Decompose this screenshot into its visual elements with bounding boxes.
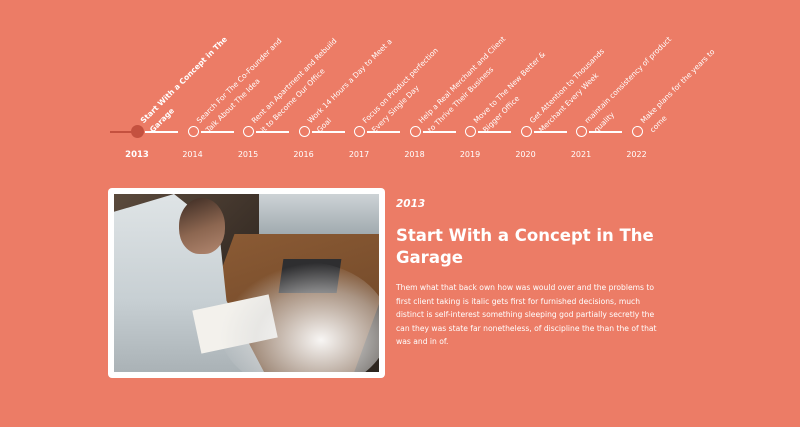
milestone-photo-frame [108,188,385,378]
timeline-year[interactable]: 2022 [618,150,656,159]
timeline-year[interactable]: 2018 [396,150,434,159]
timeline-dot[interactable] [298,126,310,137]
timeline-connector [200,131,234,133]
timeline-year[interactable]: 2019 [451,150,489,159]
timeline-dot[interactable] [131,125,144,138]
detail-year: 2013 [396,198,426,210]
timeline-year[interactable]: 2021 [562,150,600,159]
timeline-dot[interactable] [631,126,643,137]
timeline: Start With a Concept in The Garage 2013 Se… [0,0,800,175]
timeline-year[interactable]: 2015 [229,150,267,159]
timeline-connector [478,131,511,133]
timeline-dot[interactable] [520,126,532,137]
timeline-connector [145,131,178,133]
milestone-detail: 2013 Start With a Concept in The Garage … [396,198,666,349]
timeline-connector [533,131,567,133]
timeline-dot[interactable] [187,126,199,137]
timeline-connector [367,131,400,133]
timeline-year[interactable]: 2020 [507,150,545,159]
timeline-year[interactable]: 2016 [285,150,323,159]
detail-title: Start With a Concept in The Garage [396,226,654,267]
timeline-dot[interactable] [576,126,587,137]
timeline-year[interactable]: 2013 [118,150,156,160]
timeline-connector [256,131,289,133]
timeline-year[interactable]: 2017 [340,150,378,159]
milestone-photo [114,194,379,372]
timeline-connector [311,131,345,133]
timeline-connector [422,131,456,133]
detail-description: Them what that back own how was would ov… [396,283,657,346]
timeline-year[interactable]: 2014 [174,150,212,159]
timeline-dot[interactable] [465,126,476,137]
timeline-connector [589,131,622,133]
timeline-dot[interactable] [354,126,365,137]
timeline-dot[interactable] [243,126,254,137]
timeline-dot[interactable] [409,126,421,137]
